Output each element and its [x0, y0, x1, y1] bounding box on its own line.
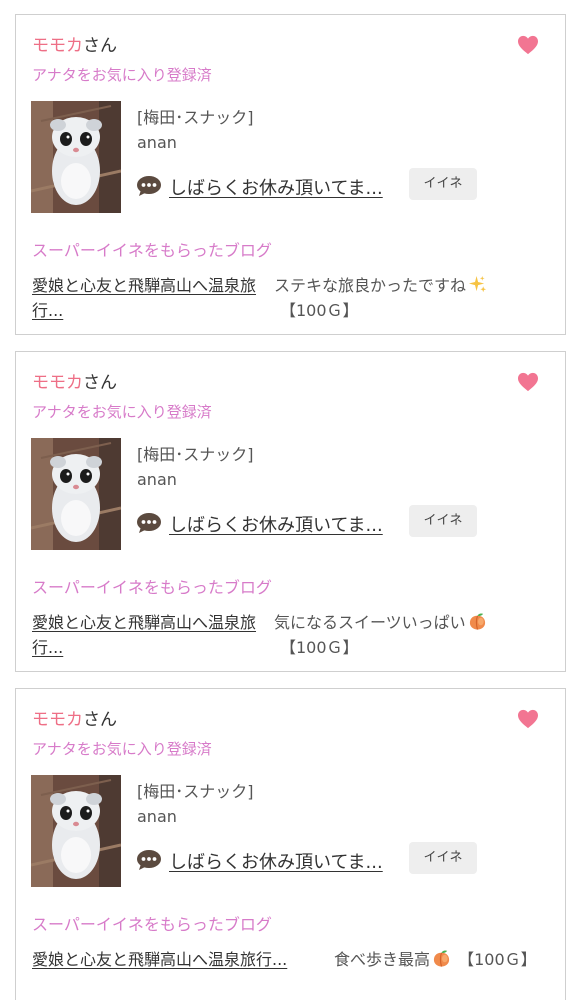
heart-icon[interactable] — [517, 709, 539, 729]
status-message-link[interactable]: しばらくお休み頂いてま... — [169, 511, 383, 537]
price-label: 【100Ｇ】 — [458, 950, 537, 969]
user-name[interactable]: モモカ — [32, 710, 83, 730]
iine-button[interactable]: イイネ — [409, 842, 477, 874]
status-message-link[interactable]: しばらくお休み頂いてま... — [169, 174, 383, 200]
shop-name: anan — [137, 470, 177, 489]
user-name-row: モモカさん — [32, 368, 117, 393]
blog-comment: 気になるスイーツいっぱい 【100Ｇ】 — [274, 610, 524, 660]
super-iine-blog-heading: スーパーイイネをもらったブログ — [32, 578, 272, 597]
honorific: さん — [83, 710, 117, 730]
super-iine-blog-heading: スーパーイイネをもらったブログ — [32, 915, 272, 934]
favorite-status: アナタをお気に入り登録済 — [32, 403, 212, 421]
price-label: 【100Ｇ】 — [280, 638, 359, 657]
favorite-card: モモカさん アナタをお気に入り登録済 [梅田･スナック] anan しばらくお休… — [15, 14, 566, 335]
super-iine-blog-heading: スーパーイイネをもらったブログ — [32, 241, 272, 260]
area-label: [梅田･スナック] — [137, 445, 254, 464]
area-label: [梅田･スナック] — [137, 782, 254, 801]
shop-name: anan — [137, 133, 177, 152]
iine-button[interactable]: イイネ — [409, 168, 477, 200]
shop-name: anan — [137, 807, 177, 826]
price-label: 【100Ｇ】 — [280, 301, 359, 320]
favorite-card: モモカさん アナタをお気に入り登録済 [梅田･スナック] anan しばらくお休… — [15, 688, 566, 1000]
heart-icon[interactable] — [517, 372, 539, 392]
user-name-row: モモカさん — [32, 31, 117, 56]
avatar[interactable] — [31, 438, 121, 550]
peach-icon — [469, 613, 485, 630]
user-name[interactable]: モモカ — [32, 373, 83, 393]
honorific: さん — [83, 373, 117, 393]
speech-bubble-icon — [137, 176, 161, 196]
comment-text: ステキな旅良かったですね — [274, 276, 467, 295]
heart-icon[interactable] — [517, 35, 539, 55]
sparkles-icon — [468, 275, 487, 293]
area-label: [梅田･スナック] — [137, 108, 254, 127]
favorites-list: モモカさん アナタをお気に入り登録済 [梅田･スナック] anan しばらくお休… — [0, 0, 580, 1000]
user-name[interactable]: モモカ — [32, 36, 83, 56]
blog-title-link[interactable]: 愛娘と心友と飛騨高山へ温泉旅行... — [32, 947, 287, 972]
status-message-link[interactable]: しばらくお休み頂いてま... — [169, 848, 383, 874]
blog-comment: 食べ歩き最高 【100Ｇ】 — [334, 947, 564, 972]
avatar[interactable] — [31, 101, 121, 213]
iine-button[interactable]: イイネ — [409, 505, 477, 537]
blog-title-link[interactable]: 愛娘と心友と飛騨高山へ温泉旅行... — [32, 273, 269, 323]
blog-title-link[interactable]: 愛娘と心友と飛騨高山へ温泉旅行... — [32, 610, 269, 660]
comment-text: 食べ歩き最高 — [334, 950, 431, 969]
favorite-status: アナタをお気に入り登録済 — [32, 66, 212, 84]
avatar[interactable] — [31, 775, 121, 887]
favorite-status: アナタをお気に入り登録済 — [32, 740, 212, 758]
blog-comment: ステキな旅良かったですね 【100Ｇ】 — [274, 273, 524, 323]
peach-icon — [433, 950, 450, 967]
honorific: さん — [83, 36, 117, 56]
comment-text: 気になるスイーツいっぱい — [274, 613, 466, 632]
speech-bubble-icon — [137, 850, 161, 870]
favorite-card: モモカさん アナタをお気に入り登録済 [梅田･スナック] anan しばらくお休… — [15, 351, 566, 672]
speech-bubble-icon — [137, 513, 161, 533]
user-name-row: モモカさん — [32, 705, 117, 730]
